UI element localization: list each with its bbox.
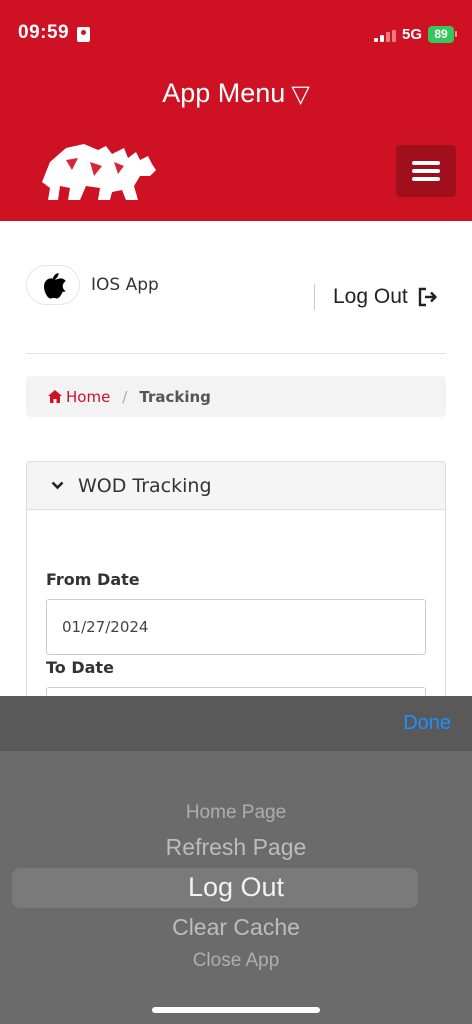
app-menu-title: App Menu	[162, 78, 286, 108]
picker-option-home-page[interactable]: Home Page	[0, 802, 472, 824]
chevron-down-icon	[51, 481, 64, 490]
done-button[interactable]: Done	[403, 712, 451, 735]
picker-option-clear-cache[interactable]: Clear Cache	[0, 914, 472, 941]
picker-option-close-app[interactable]: Close App	[0, 950, 472, 972]
from-date-label: From Date	[46, 570, 140, 589]
panel-header-toggle[interactable]: WOD Tracking	[27, 462, 445, 510]
caret-down-icon: ▽	[291, 81, 310, 108]
apple-icon	[43, 273, 66, 299]
status-time: 09:59	[18, 22, 70, 43]
network-type: 5G	[402, 26, 423, 43]
logout-button[interactable]: Log Out	[314, 284, 438, 310]
picker-toolbar: Done	[0, 696, 472, 751]
logout-label: Log Out	[333, 285, 408, 308]
from-date-input[interactable]	[46, 599, 426, 655]
breadcrumb-home-link[interactable]: Home	[48, 388, 110, 406]
home-icon	[48, 390, 62, 403]
signal-icon	[374, 30, 396, 42]
app-header: 09:59 5G 89 App Menu ▽	[0, 0, 472, 221]
picker-option-log-out[interactable]: Log Out	[0, 872, 472, 903]
avatar	[26, 265, 80, 305]
logout-icon	[418, 287, 437, 307]
divider	[26, 353, 446, 354]
to-date-label: To Date	[46, 658, 114, 677]
rhino-logo-icon[interactable]	[40, 140, 158, 204]
breadcrumb-current: Tracking	[139, 387, 211, 406]
breadcrumb-separator: /	[122, 387, 128, 406]
battery-icon: 89	[428, 26, 457, 43]
user-name: IOS App	[91, 275, 159, 295]
app-menu-toggle[interactable]: App Menu ▽	[0, 78, 472, 109]
id-card-icon	[77, 27, 90, 42]
hamburger-icon	[412, 161, 440, 165]
breadcrumb-home-label: Home	[66, 387, 111, 406]
panel-title: WOD Tracking	[78, 474, 212, 497]
hamburger-menu-button[interactable]	[396, 145, 456, 197]
breadcrumb: Home / Tracking	[26, 376, 446, 417]
status-bar: 09:59 5G 89	[0, 0, 472, 70]
menu-picker: Done Home Page Refresh Page Log Out Clea…	[0, 696, 472, 1024]
picker-option-refresh-page[interactable]: Refresh Page	[0, 834, 472, 861]
home-indicator[interactable]	[152, 1007, 320, 1013]
